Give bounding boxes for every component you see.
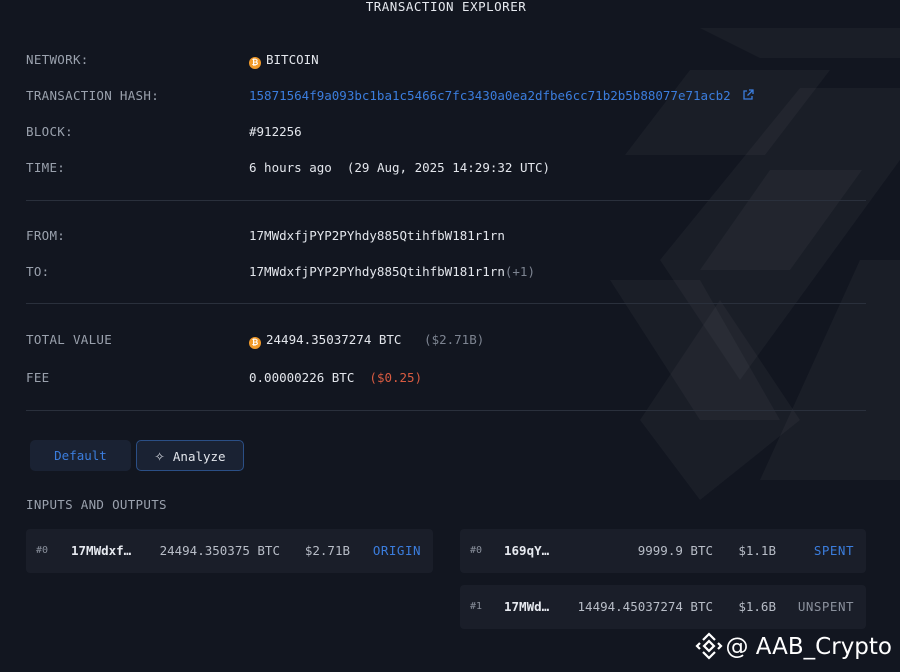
watermark: @ AAB_Crypto (695, 632, 892, 662)
input-index: #0 (36, 545, 49, 556)
fee-label: FEE (26, 370, 50, 385)
from-label: FROM: (26, 228, 66, 243)
external-link-icon[interactable] (742, 89, 754, 101)
page-title: TRANSACTION EXPLORER (365, 0, 527, 14)
bitcoin-icon: ₿ (249, 57, 261, 69)
to-address[interactable]: 17MWdxfjPYP2PYhdy885QtihfbW181r1rn (249, 264, 505, 279)
fee-btc: 0.00000226 BTC (249, 370, 355, 385)
output-row[interactable]: #0 169qY… 9999.9 BTC $1.1B SPENT (460, 529, 866, 573)
block-label: BLOCK: (26, 124, 73, 139)
analyze-icon: ✧ (154, 449, 165, 464)
divider (26, 200, 866, 201)
input-usd: $2.71B (304, 543, 350, 558)
transaction-hash-value[interactable]: 15871564f9a093bc1ba1c5466c7fc3430a0ea2df… (249, 88, 731, 103)
output-status-badge: UNSPENT (797, 599, 854, 614)
fee-value: 0.00000226 BTC ($0.25) (249, 370, 422, 385)
tab-analyze-label: Analyze (172, 449, 226, 464)
output-index: #1 (470, 601, 483, 612)
total-value: ₿ 24494.35037274 BTC ($2.71B) (249, 332, 484, 349)
bitcoin-icon: ₿ (249, 337, 261, 349)
input-amount: 24494.350375 BTC (159, 543, 280, 558)
total-value-label: TOTAL VALUE (26, 332, 113, 347)
to-label: TO: (26, 264, 50, 279)
output-address[interactable]: 17MWd… (504, 585, 549, 629)
network-label: NETWORK: (26, 52, 89, 67)
transaction-hash-link[interactable]: 15871564f9a093bc1ba1c5466c7fc3430a0ea2df… (249, 88, 754, 103)
to-value: 17MWdxfjPYP2PYhdy885QtihfbW181r1rn(+1) (249, 264, 535, 279)
output-usd: $1.1B (738, 543, 776, 558)
output-amount: 9999.9 BTC (637, 543, 713, 558)
watermark-text: @ AAB_Crypto (725, 634, 892, 660)
from-address[interactable]: 17MWdxfjPYP2PYhdy885QtihfbW181r1rn (249, 228, 505, 243)
time-relative: 6 hours ago (249, 160, 332, 175)
input-row[interactable]: #0 17MWdxf… 24494.350375 BTC $2.71B ORIG… (26, 529, 433, 573)
output-status-badge: SPENT (813, 543, 854, 558)
tab-analyze[interactable]: ✧ Analyze (136, 440, 244, 471)
total-usd: ($2.71B) (424, 332, 485, 347)
divider (26, 303, 866, 304)
transaction-hash-label: TRANSACTION HASH: (26, 88, 160, 103)
time-absolute: (29 Aug, 2025 14:29:32 UTC) (346, 160, 551, 175)
tab-default[interactable]: Default (30, 440, 131, 471)
to-extra-count[interactable]: (+1) (505, 264, 535, 279)
network-value: BITCOIN (266, 52, 319, 67)
inputs-outputs-heading: INPUTS AND OUTPUTS (26, 497, 167, 512)
divider (26, 410, 866, 411)
input-status-badge: ORIGIN (372, 543, 421, 558)
output-amount: 14494.45037274 BTC (577, 599, 713, 614)
network-value-group: ₿ BITCOIN (249, 52, 319, 69)
output-index: #0 (470, 545, 483, 556)
output-row[interactable]: #1 17MWd… 14494.45037274 BTC $1.6B UNSPE… (460, 585, 866, 629)
input-address[interactable]: 17MWdxf… (71, 529, 131, 573)
time-label: TIME: (26, 160, 66, 175)
fee-usd: ($0.25) (369, 370, 423, 385)
output-address[interactable]: 169qY… (504, 529, 549, 573)
output-usd: $1.6B (738, 599, 776, 614)
binance-logo-icon (695, 632, 724, 660)
time-value: 6 hours ago (29 Aug, 2025 14:29:32 UTC) (249, 160, 550, 175)
total-btc: 24494.35037274 BTC (266, 332, 402, 347)
block-value[interactable]: #912256 (249, 124, 302, 139)
